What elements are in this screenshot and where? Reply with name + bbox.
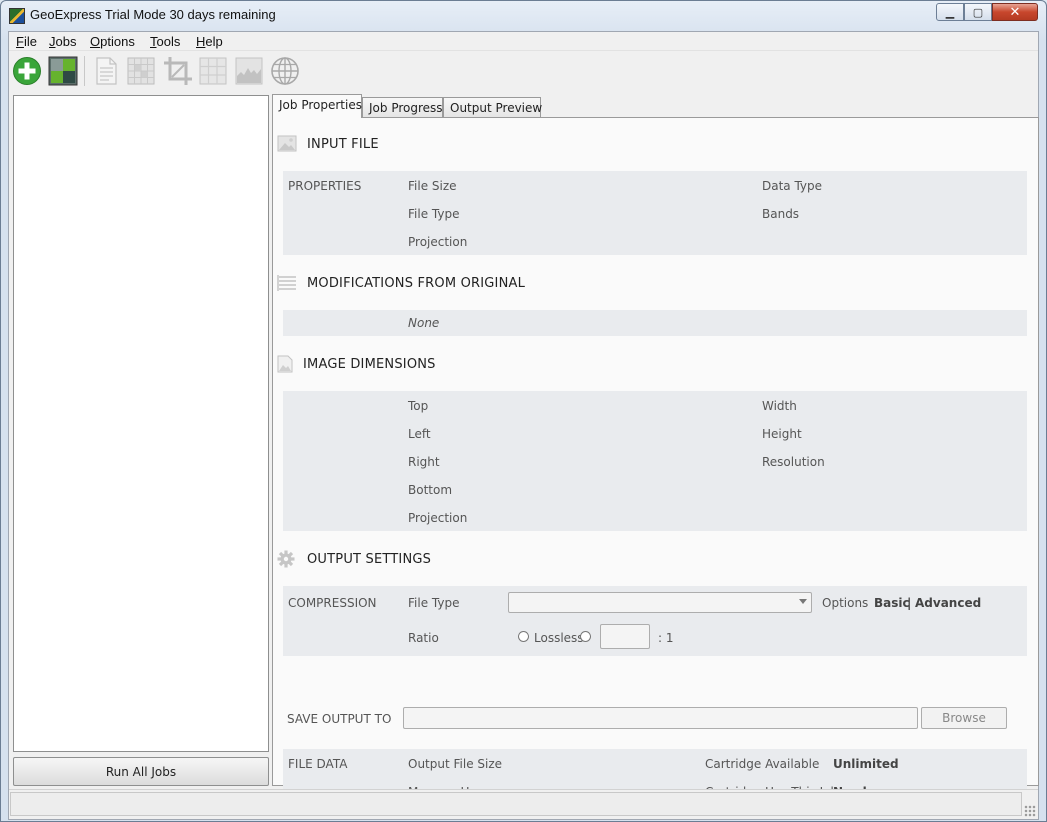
menu-jobs[interactable]: Jobs (49, 34, 76, 49)
resolution-label: Resolution (762, 455, 825, 469)
top-label: Top (408, 399, 429, 413)
image-icon (277, 135, 297, 152)
menu-help[interactable]: Help (196, 34, 223, 49)
height-label: Height (762, 427, 802, 441)
app-logo-icon (9, 8, 25, 24)
toolbar (9, 52, 1038, 90)
bottom-label: Bottom (408, 483, 453, 497)
image-file-icon (277, 355, 293, 373)
bands-label: Bands (762, 207, 800, 221)
right-label: Right (408, 455, 440, 469)
cartridge-available-label: Cartridge Available (705, 757, 820, 771)
list-icon (277, 275, 296, 291)
ratio-radio[interactable] (580, 631, 591, 642)
job-properties-panel: INPUT FILE PROPERTIES File Size File Typ… (272, 117, 1039, 806)
menu-options[interactable]: Options (90, 34, 135, 49)
globe-icon[interactable] (270, 56, 300, 86)
job-list-panel[interactable] (13, 95, 269, 752)
properties-label: PROPERTIES (288, 179, 362, 193)
minimize-button[interactable]: ▁ (936, 3, 964, 21)
modifications-band: None (283, 310, 1027, 336)
dimensions-projection-label: Projection (408, 511, 468, 525)
save-output-input[interactable] (403, 707, 918, 729)
menu-tools[interactable]: Tools (150, 34, 180, 49)
image-dimensions-title: IMAGE DIMENSIONS (303, 356, 436, 372)
tab-job-properties[interactable]: Job Properties (272, 94, 362, 118)
menu-bar: File Jobs Options Tools Help (9, 32, 1038, 51)
tab-job-progress[interactable]: Job Progress (362, 97, 443, 118)
document-icon[interactable] (91, 56, 121, 86)
image-dimensions-band: Top Left Right Bottom Projection Width H… (283, 391, 1027, 531)
modifications-value: None (408, 316, 440, 330)
file-data-label: FILE DATA (288, 757, 348, 771)
crop-icon[interactable] (163, 56, 193, 86)
status-bar (9, 789, 1038, 819)
ratio-suffix: : 1 (658, 631, 674, 645)
basic-link[interactable]: Basic (874, 596, 910, 610)
close-button[interactable]: ✕ (992, 3, 1038, 21)
modifications-title: MODIFICATIONS FROM ORIGINAL (307, 275, 526, 291)
tiles-icon[interactable] (198, 56, 228, 86)
gear-icon (277, 550, 295, 568)
title-bar[interactable]: GeoExpress Trial Mode 30 days remaining … (1, 1, 1046, 31)
mosaic-icon[interactable] (48, 56, 78, 86)
grid-icon[interactable] (126, 56, 156, 86)
save-output-label: SAVE OUTPUT TO (287, 712, 392, 726)
compression-band: COMPRESSION File Type Options Basic | Ad… (283, 586, 1027, 656)
output-settings-header: OUTPUT SETTINGS (277, 547, 431, 571)
client-area: File Jobs Options Tools Help Run All Job… (8, 31, 1039, 820)
app-window: GeoExpress Trial Mode 30 days remaining … (0, 0, 1047, 822)
lossless-radio[interactable] (518, 631, 529, 642)
ratio-label: Ratio (408, 631, 439, 645)
options-label: Options (822, 596, 869, 610)
window-controls: ▁ ▢ ✕ (936, 3, 1038, 21)
window-title: GeoExpress Trial Mode 30 days remaining (30, 7, 276, 22)
output-settings-title: OUTPUT SETTINGS (307, 551, 432, 567)
status-text-area (10, 792, 1022, 816)
tab-output-preview[interactable]: Output Preview (443, 97, 542, 118)
browse-button[interactable]: Browse (921, 707, 1007, 729)
output-file-size-label: Output File Size (408, 757, 503, 771)
advanced-link[interactable]: Advanced (915, 596, 981, 610)
chevron-down-icon (799, 599, 807, 604)
input-file-title: INPUT FILE (307, 136, 379, 152)
options-separator: | (907, 596, 912, 610)
input-file-header: INPUT FILE (277, 132, 379, 156)
file-size-label: File Size (408, 179, 457, 193)
run-all-jobs-button[interactable]: Run All Jobs (13, 757, 269, 786)
compression-label: COMPRESSION (288, 596, 377, 610)
menu-file[interactable]: File (16, 34, 37, 49)
projection-label: Projection (408, 235, 468, 249)
add-job-icon[interactable] (12, 56, 42, 86)
width-label: Width (762, 399, 797, 413)
modifications-header: MODIFICATIONS FROM ORIGINAL (277, 271, 525, 295)
resize-grip-icon[interactable] (1024, 805, 1036, 817)
input-file-properties: PROPERTIES File Size File Type Projectio… (283, 171, 1027, 255)
maximize-button[interactable]: ▢ (964, 3, 992, 21)
cartridge-available-value: Unlimited (833, 757, 899, 771)
file-type-label: File Type (408, 207, 460, 221)
left-label: Left (408, 427, 431, 441)
file-type-output-label: File Type (408, 596, 460, 610)
data-type-label: Data Type (762, 179, 823, 193)
image-dimensions-header: IMAGE DIMENSIONS (277, 352, 436, 376)
file-type-select[interactable] (508, 592, 812, 613)
lossless-label: Lossless (534, 631, 584, 645)
toolbar-separator (84, 56, 85, 86)
histogram-icon[interactable] (234, 56, 264, 86)
ratio-input[interactable] (600, 624, 650, 649)
